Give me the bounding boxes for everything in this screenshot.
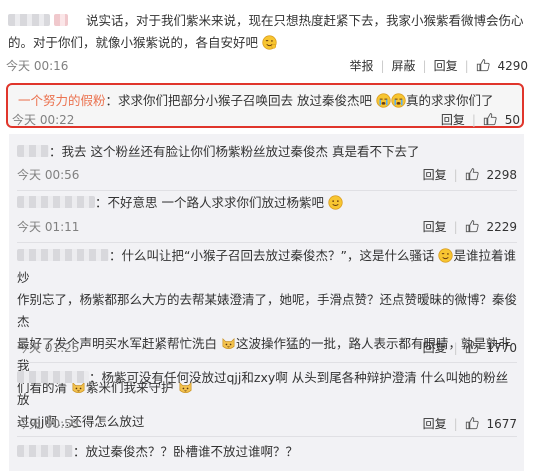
- main-comment-meta: 今天 00:16 举报 | 屏蔽 | 回复 | 4290: [6, 57, 528, 75]
- reply-meta: 今天 01:25 回复 | 1770: [17, 339, 517, 356]
- like-button[interactable]: 1677: [465, 416, 517, 431]
- comment-text: 求求你们把部分小猴子召唤回去 放过秦俊杰吧: [118, 93, 373, 108]
- colon: ：: [105, 93, 119, 108]
- comment-time: 今天 00:16: [6, 59, 69, 73]
- main-comment-text: 说实话，对于我们紫米来说，现在只想热度赶紧下去，我家小猴紫看微博会伤心 的。对于…: [8, 10, 528, 54]
- reply-item: ：什么叫让把“小猴子召回去放过秦俊杰？”，这是什么骚话 是谁拉着谁炒 作别忘了，…: [9, 244, 524, 395]
- reply-meta: 今天 00:53 回复 | 1677: [17, 415, 517, 432]
- reply-link[interactable]: 回复: [423, 218, 447, 235]
- highlighted-comment-text: 一个努力的假粉：求求你们把部分小猴子召唤回去 放过秦俊杰吧 真的求求你们了: [18, 92, 518, 110]
- highlighted-comment-meta: 今天 00:22 回复 | 50: [12, 111, 520, 128]
- thumbs-up-icon: [465, 417, 479, 430]
- crying-emoji-icon: [376, 93, 391, 108]
- like-button[interactable]: 1770: [465, 340, 517, 355]
- blurred-username: [17, 145, 49, 157]
- reply-link[interactable]: 回复: [423, 166, 447, 183]
- like-count: 1677: [486, 417, 517, 431]
- like-button[interactable]: 50: [483, 112, 520, 127]
- like-button[interactable]: 4290: [476, 58, 528, 73]
- reply-content: ：杨紫可没有任何没放过qjj和zxy啊 从头到尾各种辩护澄清 什么叫她的粉丝放: [17, 370, 509, 407]
- reply-content: ：不好意思 一个路人求求你们放过杨紫吧: [95, 195, 324, 210]
- reply-text: ：放过秦俊杰？？卧槽谁不放过谁啊？？: [17, 441, 517, 463]
- reply-meta: 今天 00:56 回复 | 2298: [17, 166, 517, 183]
- block-link[interactable]: 屏蔽: [392, 57, 416, 74]
- reply-text: ：我去 这个粉丝还有脸让你们杨紫粉丝放过秦俊杰 真是看不下去了: [17, 141, 517, 163]
- comment-time: 今天 00:22: [12, 113, 75, 127]
- blurred-username: [17, 249, 109, 261]
- reply-text: ：不好意思 一个路人求求你们放过杨紫吧: [17, 192, 517, 214]
- crying-emoji-icon: [391, 93, 406, 108]
- like-button[interactable]: 2298: [465, 167, 517, 182]
- thumbs-up-icon: [483, 113, 497, 126]
- reply-item: ：不好意思 一个路人求求你们放过杨紫吧 今天 01:11 回复 | 2229: [9, 192, 524, 240]
- thumbs-up-icon: [465, 341, 479, 354]
- thumbs-up-icon: [476, 59, 490, 72]
- divider: |: [453, 340, 458, 355]
- thumbs-up-icon: [465, 220, 479, 233]
- smile-emoji-icon: [328, 195, 343, 210]
- comment-text-line: 说实话，对于我们紫米来说，现在只想热度赶紧下去，我家小猴紫看微博会伤心: [85, 13, 524, 28]
- blurred-username: [17, 371, 89, 383]
- like-count: 4290: [497, 59, 528, 73]
- reply-meta: 今天 01:11 回复 | 2229: [17, 218, 517, 235]
- reply-content: ：放过秦俊杰？？卧槽谁不放过谁啊？？: [73, 444, 299, 459]
- comment-time: 今天 00:56: [17, 168, 80, 182]
- blurred-username: [17, 445, 73, 457]
- reply-link[interactable]: 回复: [434, 57, 458, 74]
- divider: |: [453, 416, 458, 431]
- divider: |: [464, 58, 469, 73]
- comment-time: 今天 01:11: [17, 220, 80, 234]
- highlighted-comment: 一个努力的假粉：求求你们把部分小猴子召唤回去 放过秦俊杰吧 真的求求你们了 今天…: [6, 83, 524, 128]
- wink-emoji-icon: [262, 35, 277, 50]
- blurred-badge: [53, 14, 68, 26]
- comment-thread: 说实话，对于我们紫米来说，现在只想热度赶紧下去，我家小猴紫看微博会伤心 的。对于…: [0, 0, 533, 471]
- separator: [17, 362, 517, 363]
- reply-content: 作别忘了，杨紫都那么大方的去帮某婊澄清了，她呢，手滑点赞？还点赞暧昧的微博？秦俊…: [17, 292, 518, 329]
- report-link[interactable]: 举报: [349, 57, 373, 74]
- reply-content: ：什么叫让把“小猴子召回去放过秦俊杰？”，这是什么骚话: [109, 248, 435, 263]
- reply-list: ：我去 这个粉丝还有脸让你们杨紫粉丝放过秦俊杰 真是看不下去了 今天 00:56…: [9, 134, 524, 471]
- reply-link[interactable]: 回复: [423, 339, 447, 356]
- like-count: 1770: [486, 341, 517, 355]
- divider: |: [453, 167, 458, 182]
- reply-item: ：我去 这个粉丝还有脸让你们杨紫粉丝放过秦俊杰 真是看不下去了 今天 00:56…: [9, 134, 524, 186]
- divider: |: [422, 58, 427, 73]
- comment-time: 今天 01:25: [17, 341, 80, 355]
- like-count: 2229: [486, 220, 517, 234]
- author-name[interactable]: 一个努力的假粉: [18, 93, 106, 108]
- separator: [17, 436, 517, 437]
- like-button[interactable]: 2229: [465, 219, 517, 234]
- like-count: 2298: [486, 168, 517, 182]
- like-count: 50: [504, 113, 520, 127]
- reply-link[interactable]: 回复: [423, 415, 447, 432]
- blurred-username: [8, 14, 50, 26]
- divider: |: [380, 58, 385, 73]
- reply-content: ：我去 这个粉丝还有脸让你们杨紫粉丝放过秦俊杰 真是看不下去了: [49, 144, 420, 159]
- divider: |: [471, 112, 476, 127]
- wink-emoji-icon: [438, 248, 454, 263]
- comment-text-line: 的。对于你们，就像小猴紫说的，各自安好吧: [8, 35, 259, 50]
- divider: |: [453, 219, 458, 234]
- blurred-username: [17, 196, 95, 208]
- separator: [17, 242, 517, 243]
- main-comment: 说实话，对于我们紫米来说，现在只想热度赶紧下去，我家小猴紫看微博会伤心 的。对于…: [0, 0, 533, 79]
- comment-time: 今天 00:53: [17, 417, 80, 431]
- thumbs-up-icon: [465, 168, 479, 181]
- separator: [17, 190, 517, 191]
- reply-item: ：放过秦俊杰？？卧槽谁不放过谁啊？？: [9, 438, 524, 471]
- comment-text: 真的求求你们了: [406, 93, 494, 108]
- reply-item: ：杨紫可没有任何没放过qjj和zxy啊 从头到尾各种辩护澄清 什么叫她的粉丝放 …: [9, 364, 524, 434]
- reply-link[interactable]: 回复: [441, 111, 465, 128]
